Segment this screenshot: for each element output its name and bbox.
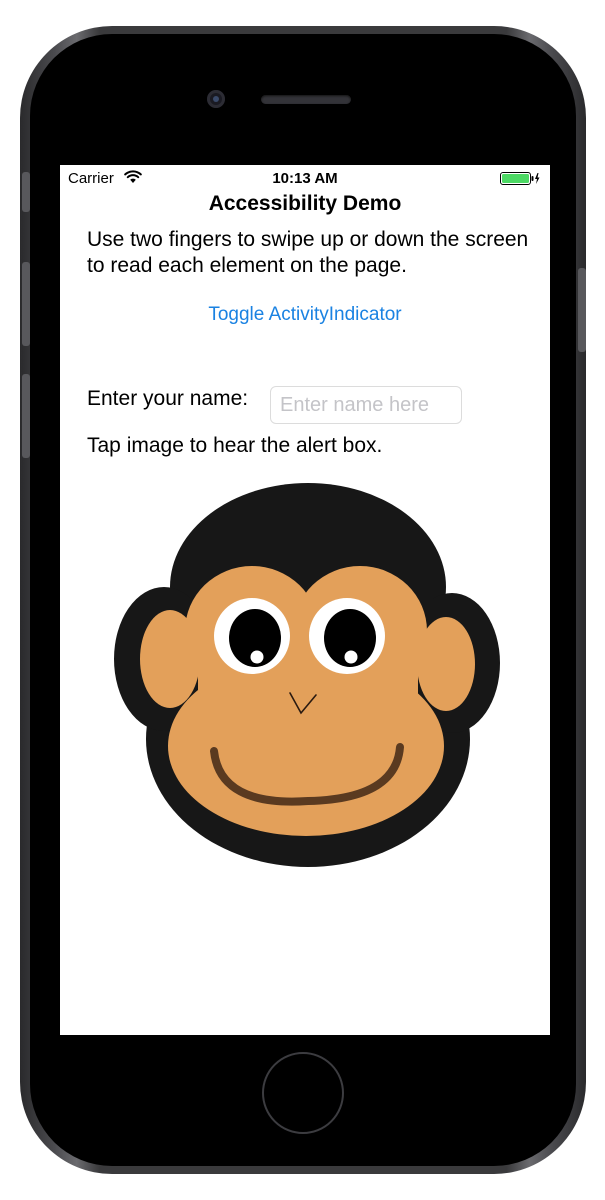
monkey-face-icon[interactable] [112,481,504,871]
status-bar: Carrier 10:13 AM [60,165,550,191]
toggle-activity-indicator-button[interactable]: Toggle ActivityIndicator [60,304,550,326]
instructions-text: Use two fingers to swipe up or down the … [87,228,529,277]
earpiece-speaker [261,95,351,104]
name-label: Enter your name: [87,387,249,410]
name-input[interactable] [270,386,462,424]
front-camera-icon [207,90,225,108]
volume-up-button [22,262,30,346]
tap-image-instruction: Tap image to hear the alert box. [87,434,383,457]
power-button [578,268,586,352]
mute-switch [22,172,30,212]
nav-title: Accessibility Demo [208,192,402,215]
status-time: 10:13 AM [272,170,338,187]
volume-down-button [22,374,30,458]
app-screen: Carrier 10:13 AM Accessibility Demo Use … [60,165,550,1035]
home-button [262,1052,344,1134]
battery-charging-icon [500,172,540,185]
